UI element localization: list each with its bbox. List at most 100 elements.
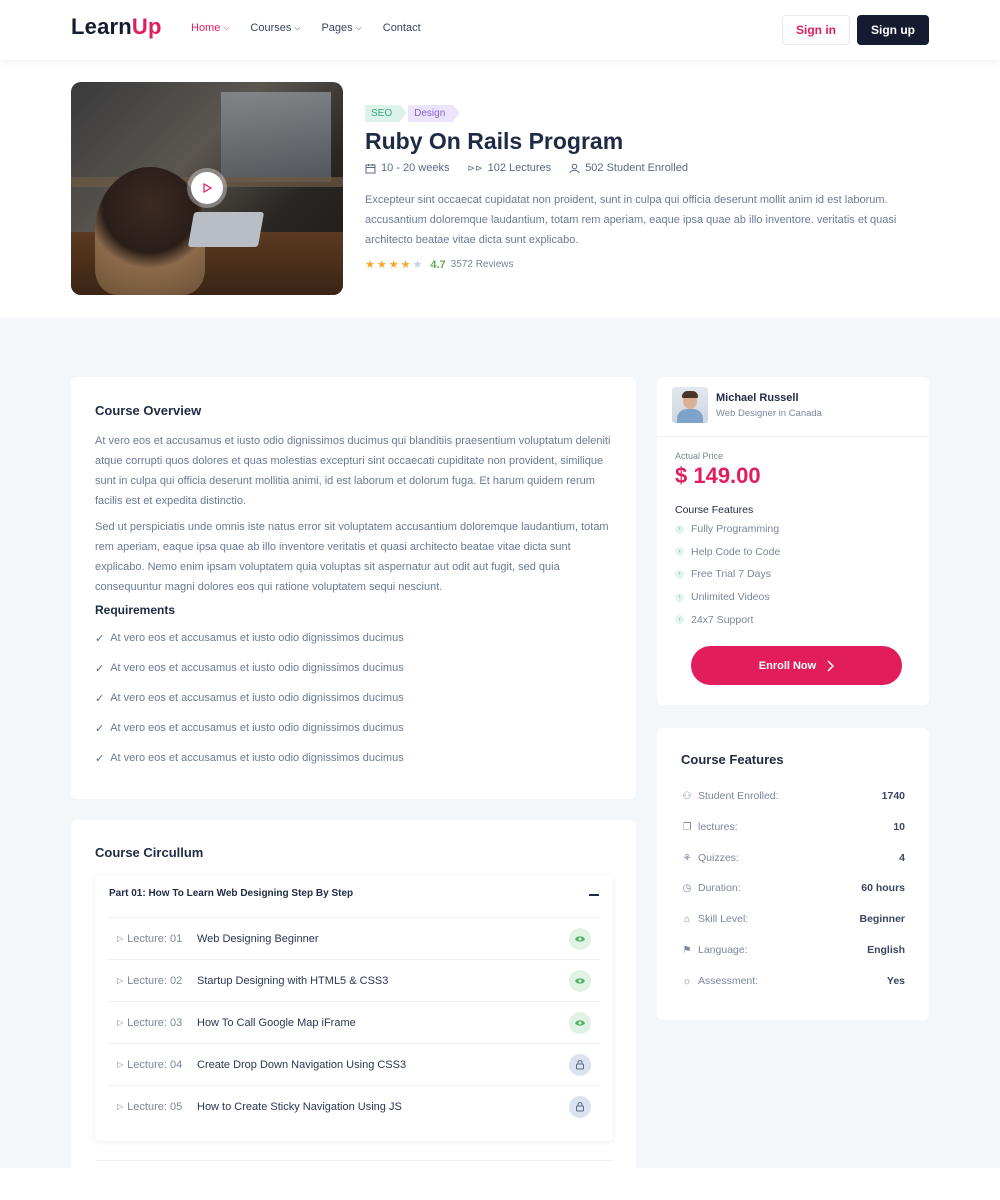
requirement-item: ✓ At vero eos et accusamus et iusto odio … (95, 752, 404, 765)
check-icon: ✓ (95, 752, 105, 765)
play-outline-icon: ▷ (117, 976, 124, 985)
play-outline-icon: ▷ (117, 1102, 124, 1111)
overview-title: Course Overview (95, 403, 202, 418)
play-button[interactable] (191, 172, 223, 204)
feature-item: › 24x7 Support (675, 608, 780, 631)
puzzle-icon: ⚘ (682, 852, 692, 864)
flag-icon: ⚑ (682, 944, 692, 956)
lecture-row[interactable]: ▷ Lecture: 05 How to Create Sticky Naviga… (107, 1085, 601, 1127)
feature-row-lectures: ❐ lectures: 10 (682, 821, 905, 833)
lecture-title: How To Call Google Map iFrame (197, 1016, 356, 1029)
copy-icon: ❐ (682, 821, 692, 833)
curriculum-title: Course Circullum (95, 845, 204, 860)
rating: ★ ★ ★ ★ ★ 4.7 3572 Reviews (365, 258, 514, 272)
logo[interactable]: LearnUp (71, 14, 162, 40)
course-overview-card: Course Overview At vero eos et accusamus… (71, 377, 636, 799)
sun-icon: ☼ (682, 975, 692, 987)
sign-in-button[interactable]: Sign in (782, 15, 850, 45)
course-video-thumbnail[interactable] (71, 82, 343, 295)
star-icon: ★ (376, 259, 387, 271)
chevron-right-icon: › (675, 524, 684, 534)
eye-icon[interactable] (569, 927, 591, 950)
lectures-icon: ⊳⊳ (467, 162, 483, 173)
lock-icon[interactable] (569, 1053, 591, 1076)
requirement-item: ✓ At vero eos et accusamus et iusto odio … (95, 722, 404, 735)
bookmark-icon: ⌂ (683, 913, 691, 925)
lecture-row[interactable]: ▷ Lecture: 03 How To Call Google Map iFra… (107, 1001, 601, 1043)
feature-row-language: ⚑ Language: English (682, 944, 905, 956)
requirement-item: ✓ At vero eos et accusamus et iusto odio … (95, 692, 404, 705)
course-tags: SEO Design (365, 105, 461, 122)
chevron-down-icon: ⌵ (294, 23, 301, 32)
overview-paragraph: At vero eos et accusamus et iusto odio d… (95, 435, 611, 507)
tag-design[interactable]: Design (408, 105, 461, 122)
review-count: 3572 Reviews (450, 259, 514, 270)
eye-icon[interactable] (569, 1011, 591, 1034)
instructor-role: Web Designer in Canada (716, 408, 822, 419)
menu-item-pages[interactable]: Pages ⌵ (321, 22, 361, 34)
features-title: Course Features (675, 504, 754, 516)
enroll-now-button[interactable]: Enroll Now (691, 646, 902, 685)
menu-item-courses[interactable]: Courses ⌵ (250, 22, 300, 34)
price-value: $ 149.00 (675, 463, 761, 488)
play-outline-icon: ▷ (117, 1018, 124, 1027)
lecture-row[interactable]: ▷ Lecture: 04 Create Drop Down Navigation… (107, 1043, 601, 1085)
eye-icon[interactable] (569, 969, 591, 992)
part-title[interactable]: Part 01: How To Learn Web Designing Step… (109, 888, 353, 899)
lecture-title: Startup Designing with HTML5 & CSS3 (197, 974, 389, 987)
lecture-title: How to Create Sticky Navigation Using JS (197, 1100, 402, 1113)
lock-icon[interactable] (569, 1095, 591, 1118)
user-icon: ⚇ (682, 790, 692, 802)
collapse-icon[interactable] (589, 894, 599, 896)
requirements-list: ✓ At vero eos et accusamus et iusto odio … (95, 623, 595, 773)
star-icon: ★ (365, 259, 375, 271)
lectures-text: 102 Lectures (487, 162, 552, 174)
tag-seo[interactable]: SEO (365, 105, 408, 122)
lecture-row[interactable]: ▷ Lecture: 02 Startup Designing with HTML… (107, 959, 601, 1001)
chevron-right-icon: › (675, 615, 684, 625)
feature-item: › Help Code to Code (675, 541, 780, 564)
play-icon (203, 183, 212, 193)
star-empty-icon: ★ (412, 259, 423, 271)
play-outline-icon: ▷ (117, 1060, 124, 1069)
course-description: Excepteur sint occaecat cupidatat non pr… (365, 194, 897, 246)
chevron-down-icon: ⌵ (223, 23, 230, 32)
requirement-item: ✓ At vero eos et accusamus et iusto odio … (95, 632, 404, 645)
lecture-title: Web Designing Beginner (197, 932, 319, 945)
pricing-card: Michael Russell Web Designer in Canada A… (657, 377, 929, 705)
curriculum-part: Part 01: How To Learn Web Designing Step… (95, 875, 613, 1141)
course-features-card: Course Features ⚇ Student Enrolled: 1740 ❐… (657, 728, 929, 1020)
star-icon: ★ (388, 259, 399, 271)
course-curriculum-card: Course Circullum Part 01: How To Learn W… (71, 820, 636, 1180)
feature-row-assessment: ☼ Assessment: Yes (682, 975, 905, 987)
feature-row-duration: ◷ Duration: 60 hours (682, 882, 905, 894)
enrolled-text: 502 Student Enrolled (585, 162, 688, 174)
chevron-right-icon: › (675, 592, 684, 602)
feature-row-students: ⚇ Student Enrolled: 1740 (682, 790, 905, 802)
instructor: Michael Russell Web Designer in Canada (657, 377, 929, 437)
feature-row-quizzes: ⚘ Quizzes: 4 (682, 852, 905, 864)
duration-text: 10 - 20 weeks (381, 162, 450, 174)
user-icon (569, 163, 580, 173)
sign-up-button[interactable]: Sign up (857, 15, 929, 45)
chevron-down-icon: ⌵ (355, 23, 362, 32)
avatar[interactable] (672, 387, 708, 423)
lecture-row[interactable]: ▷ Lecture: 01 Web Designing Beginner (107, 917, 601, 959)
top-navbar: LearnUp Home ⌵ Courses ⌵ Pages ⌵ Contact Si… (0, 0, 1000, 60)
course-title: Ruby On Rails Program (365, 128, 624, 154)
feature-item: › Fully Programming (675, 518, 780, 541)
check-icon: ✓ (95, 692, 105, 705)
arrow-right-icon (827, 659, 835, 672)
menu-item-home[interactable]: Home ⌵ (191, 22, 229, 34)
instructor-name[interactable]: Michael Russell (716, 392, 799, 404)
rating-value: 4.7 (430, 258, 446, 271)
menu-item-contact[interactable]: Contact (383, 22, 421, 34)
requirement-item: ✓ At vero eos et accusamus et iusto odio … (95, 662, 404, 675)
clock-icon: ◷ (682, 882, 692, 894)
lecture-title: Create Drop Down Navigation Using CSS3 (197, 1058, 407, 1071)
course-features-title: Course Features (681, 752, 784, 767)
check-icon: ✓ (95, 722, 105, 735)
requirements-title: Requirements (95, 603, 176, 617)
price-label: Actual Price (675, 451, 724, 461)
calendar-icon (365, 163, 376, 173)
